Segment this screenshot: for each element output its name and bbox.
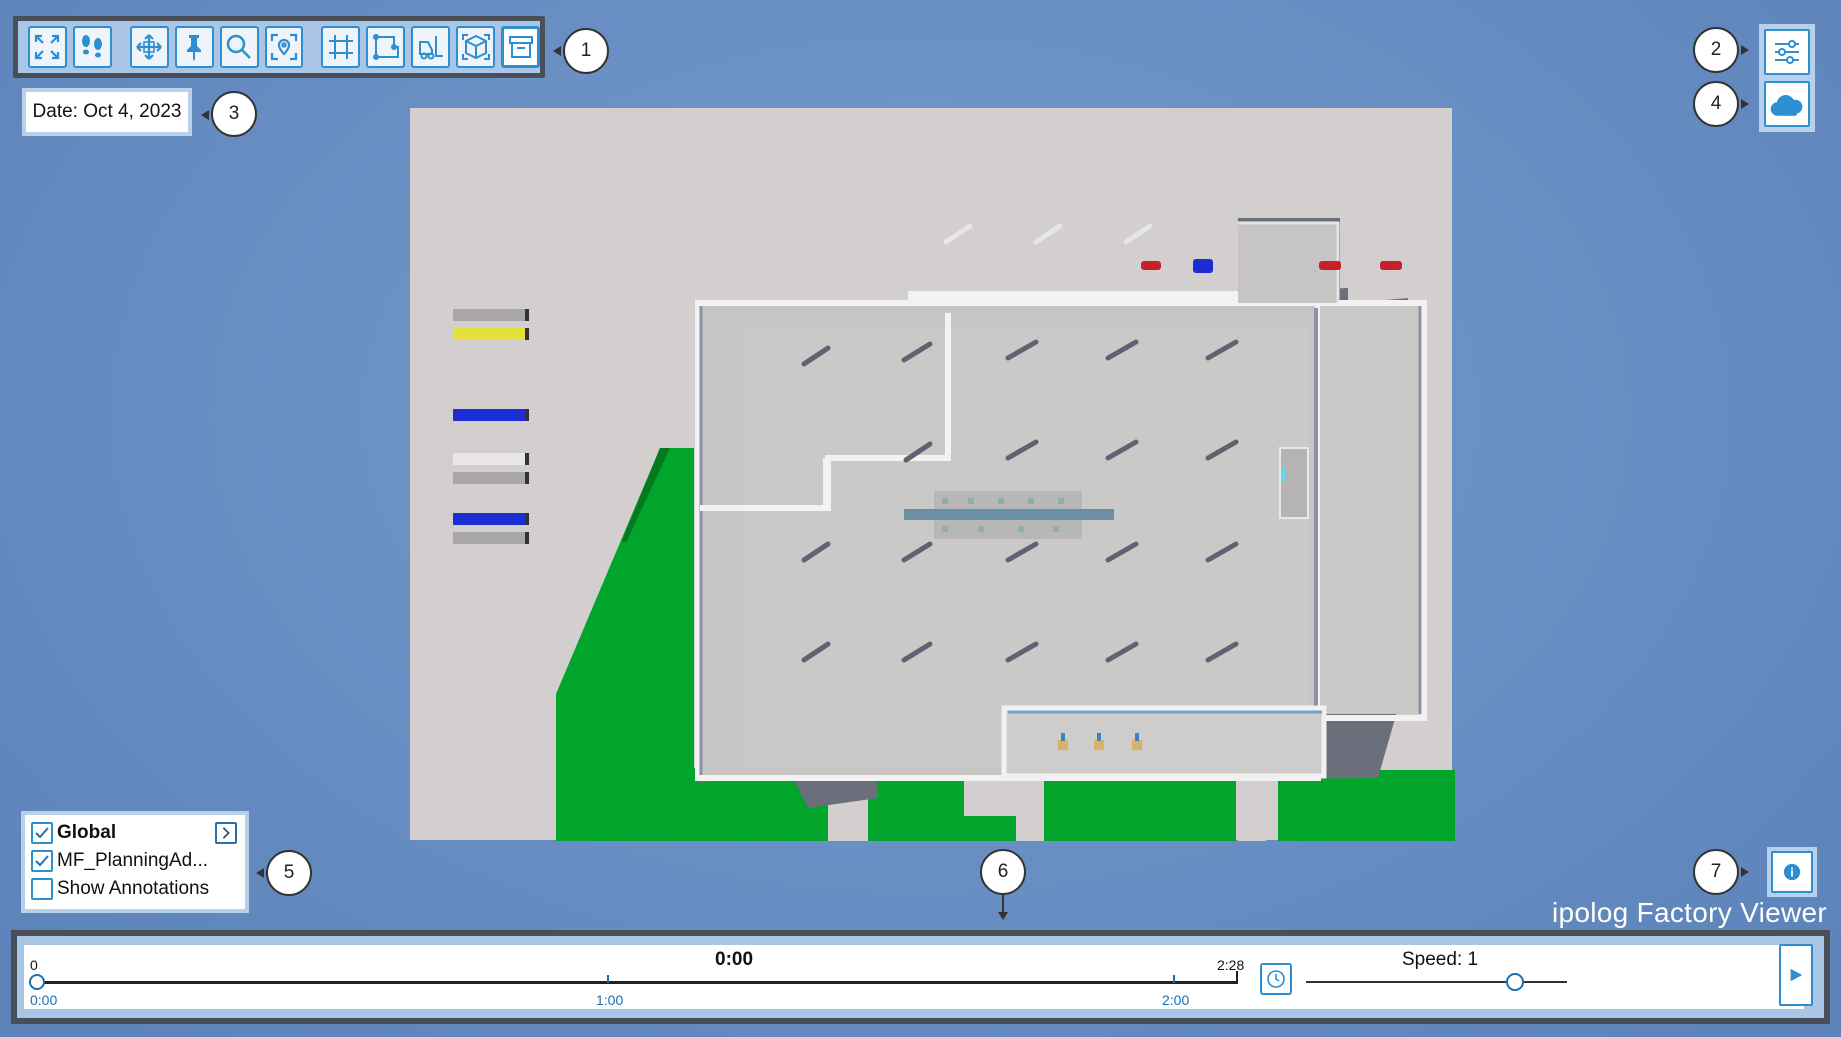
layer-row-planning: MF_PlanningAd...: [31, 847, 239, 875]
clock-icon: [1267, 970, 1285, 988]
layer-row-annotations: Show Annotations: [31, 875, 239, 903]
speed-label: Speed: 1: [1402, 949, 1479, 970]
layer-label-planning: MF_PlanningAd...: [57, 850, 209, 871]
callout-7: 7: [1693, 849, 1739, 895]
grid-button[interactable]: [321, 26, 361, 68]
play-button[interactable]: [1779, 944, 1813, 1006]
area-measure-icon: [372, 34, 399, 60]
sliders-icon: [1775, 40, 1799, 64]
3d-object-button[interactable]: [456, 26, 496, 68]
timeline-slider-thumb[interactable]: [29, 974, 45, 990]
callout-2: 2: [1693, 27, 1739, 73]
speed-slider-thumb[interactable]: [1505, 973, 1524, 991]
move-icon: [136, 34, 162, 60]
callout-3-pointer: [201, 110, 209, 120]
grid-icon: [328, 35, 353, 59]
play-icon: [1790, 968, 1803, 982]
focus-location-button[interactable]: [264, 26, 304, 68]
layer-checkbox-annotations[interactable]: [31, 878, 53, 900]
search-button[interactable]: [219, 26, 259, 68]
app-brand-title: ipolog Factory Viewer: [1551, 897, 1827, 928]
checkmark-icon: [35, 855, 49, 867]
magnifier-icon: [226, 34, 251, 59]
cloud-icon: [1770, 94, 1803, 116]
archive-button[interactable]: [501, 26, 541, 68]
speed-slider-track[interactable]: [1306, 981, 1567, 983]
archive-icon: [508, 36, 533, 58]
timeline-panel: 0 0:00 2:28 0:00 1:00 2:00 Speed: 1: [11, 930, 1830, 1024]
focus-location-icon: [270, 33, 298, 61]
chevron-right-icon: [222, 827, 230, 839]
timeline-slider-track[interactable]: [37, 981, 1237, 984]
settings-button[interactable]: [1764, 29, 1810, 75]
layer-row-global: Global: [31, 819, 239, 847]
area-measure-button[interactable]: [366, 26, 406, 68]
callout-4: 4: [1693, 81, 1739, 127]
factory-3d-view[interactable]: [408, 108, 1456, 842]
cube-icon: [461, 34, 490, 60]
footsteps-icon: [82, 35, 103, 58]
timeline-tick: [1173, 975, 1175, 983]
walk-mode-button[interactable]: [72, 26, 112, 68]
layer-checkbox-global[interactable]: [31, 822, 53, 844]
timeline-tick-label: 1:00: [596, 992, 624, 1008]
pan-button[interactable]: [129, 26, 169, 68]
timeline-tick: [607, 975, 609, 983]
toolbar-body: [18, 21, 541, 73]
checkmark-icon: [35, 827, 49, 839]
date-label: Date: Oct 4, 2023: [26, 92, 188, 132]
layers-panel: Global MF_PlanningAd... Show Annotations: [21, 811, 249, 913]
forklift-button[interactable]: [411, 26, 451, 68]
callout-5: 5: [266, 850, 312, 896]
callout-4-pointer: [1741, 99, 1749, 109]
callout-7-pointer: [1741, 867, 1749, 877]
callout-5-pointer: [256, 868, 264, 878]
timeline-track-area: 0 0:00 2:28 0:00 1:00 2:00 Speed: 1: [24, 944, 1813, 1009]
callout-1: 1: [563, 28, 609, 74]
layer-checkbox-planning[interactable]: [31, 850, 53, 872]
forklift-icon: [418, 36, 443, 60]
date-panel: Date: Oct 4, 2023: [22, 88, 192, 136]
pin-icon: [187, 35, 202, 61]
info-icon: [1783, 863, 1801, 881]
south-annex: [1001, 705, 1327, 779]
cloud-button[interactable]: [1764, 81, 1810, 127]
pin-button[interactable]: [174, 26, 214, 68]
info-button[interactable]: [1767, 847, 1817, 897]
layer-label-annotations: Show Annotations: [57, 878, 210, 899]
expand-layer-button[interactable]: [215, 822, 237, 844]
layer-label-global: Global: [57, 822, 117, 843]
callout-2-pointer: [1741, 45, 1749, 55]
timeline-start-value: 0: [30, 957, 38, 973]
timeline-tick-label: 0:00: [30, 992, 58, 1008]
callout-6: 6: [980, 849, 1026, 895]
callout-6-pointer: [998, 912, 1008, 920]
timeline-end-value: 2:28: [1217, 957, 1245, 973]
timeline-tick-label: 2:00: [1162, 992, 1190, 1008]
fullscreen-button[interactable]: [28, 26, 67, 68]
main-toolbar: [13, 16, 545, 78]
time-jump-button[interactable]: [1260, 963, 1292, 995]
callout-3: 3: [211, 91, 257, 137]
callout-1-pointer: [553, 46, 561, 56]
current-time-label: 0:00: [715, 949, 754, 970]
fullscreen-icon: [35, 34, 60, 60]
